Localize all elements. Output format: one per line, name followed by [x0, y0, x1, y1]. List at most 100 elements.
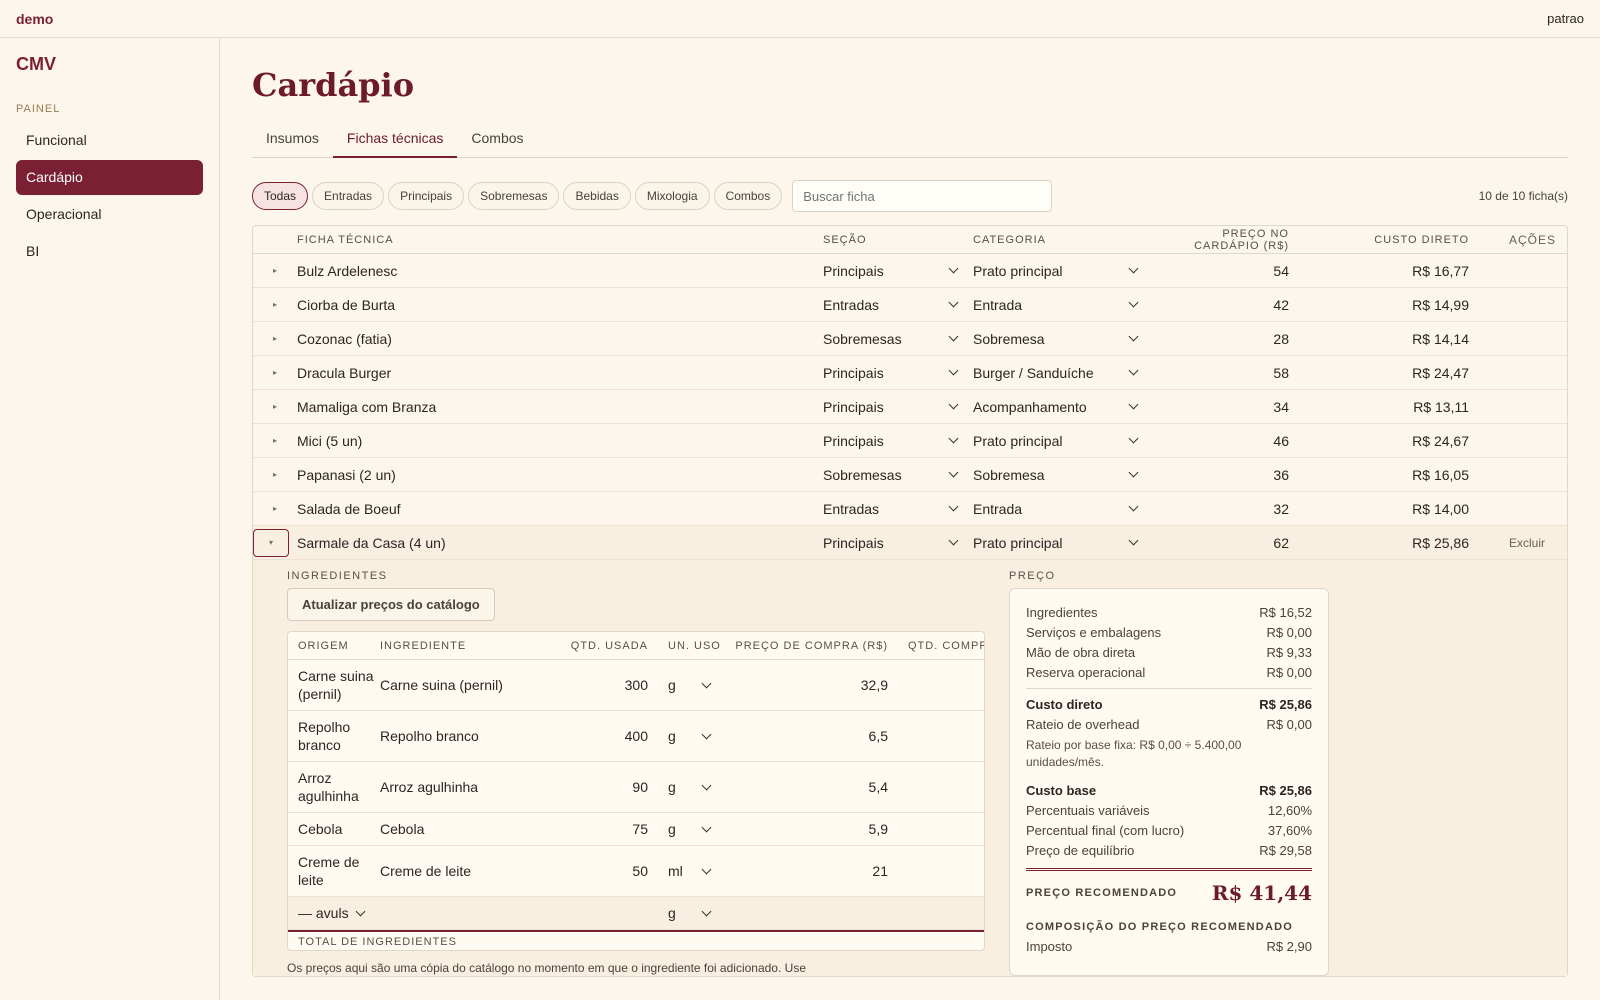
qty-buy-input[interactable]	[888, 729, 984, 743]
qty-buy-input[interactable]	[888, 864, 984, 878]
origin-select[interactable]: — avuls	[298, 897, 648, 929]
category-select[interactable]: Sobremesa	[973, 331, 1153, 347]
user-name[interactable]: patrao	[1547, 11, 1584, 26]
buy-price-input[interactable]: 21	[724, 855, 888, 887]
table-row[interactable]: ▸ Salada de Boeuf Entradas Entrada 32 R$…	[253, 492, 1567, 526]
expand-caret-icon[interactable]: ▸	[253, 504, 297, 513]
pricing-label: PREÇO	[1009, 570, 1056, 582]
sidebar-item-cardapio[interactable]: Cardápio	[16, 160, 203, 195]
expand-caret-icon[interactable]: ▸	[253, 266, 297, 275]
buy-price-input[interactable]: 5,9	[724, 813, 888, 845]
buy-price-input[interactable]: 5,4	[724, 771, 888, 803]
table-row[interactable]: ▸ Dracula Burger Principais Burger / San…	[253, 356, 1567, 390]
qty-buy-input[interactable]	[888, 780, 984, 794]
ingredient-qty-input[interactable]: 300	[548, 669, 648, 701]
sidebar-section-label: PAINEL	[16, 103, 61, 115]
unit-select[interactable]: g	[648, 813, 724, 845]
category-select[interactable]: Entrada	[973, 297, 1153, 313]
ingredient-qty-input[interactable]: 50	[548, 855, 648, 887]
filter-chip-entradas[interactable]: Entradas	[312, 182, 385, 210]
section-select[interactable]: Principais	[823, 433, 973, 449]
price-input[interactable]: 36	[1153, 467, 1329, 483]
expand-caret-icon[interactable]: ▸	[253, 470, 297, 479]
price-input[interactable]: 62	[1153, 535, 1329, 551]
unit-select[interactable]: ml	[648, 855, 724, 887]
category-select[interactable]: Prato principal	[973, 263, 1153, 279]
table-row[interactable]: ▸ Mici (5 un) Principais Prato principal…	[253, 424, 1567, 458]
table-row[interactable]: ▸ Papanasi (2 un) Sobremesas Sobremesa 3…	[253, 458, 1567, 492]
ingredient-qty-input[interactable]: 400	[548, 720, 648, 752]
row-name: Mamaliga com Branza	[297, 398, 437, 415]
price-input[interactable]: 54	[1153, 263, 1329, 279]
search-input[interactable]	[792, 180, 1053, 212]
category-select[interactable]: Entrada	[973, 501, 1153, 517]
collapse-caret-icon[interactable]: ▾	[253, 528, 289, 557]
tab-fichas-tecnicas[interactable]: Fichas técnicas	[332, 120, 458, 158]
price-input[interactable]: 42	[1153, 297, 1329, 313]
table-row[interactable]: ▸ Cozonac (fatia) Sobremesas Sobremesa 2…	[253, 322, 1567, 356]
price-input[interactable]: 46	[1153, 433, 1329, 449]
unit-select[interactable]: g	[648, 669, 724, 701]
category-select[interactable]: Prato principal	[973, 433, 1153, 449]
expand-caret-icon[interactable]: ▸	[253, 402, 297, 411]
buy-price-input[interactable]: 32,9	[724, 669, 888, 701]
price-input[interactable]: 28	[1153, 331, 1329, 347]
direct-cost: R$ 25,86	[1412, 534, 1469, 551]
section-select[interactable]: Sobremesas	[823, 467, 973, 483]
brand-name[interactable]: demo	[16, 11, 53, 27]
expand-caret-icon[interactable]: ▸	[253, 300, 297, 309]
price-line-services: Serviços e embalagens R$ 0,00	[1026, 625, 1312, 640]
category-select[interactable]: Sobremesa	[973, 467, 1153, 483]
qty-buy-input[interactable]	[888, 822, 984, 836]
buy-price-input[interactable]: 6,5	[724, 720, 888, 752]
sidebar-item-funcional[interactable]: Funcional	[16, 123, 203, 158]
filter-chip-bebidas[interactable]: Bebidas	[563, 182, 631, 210]
direct-cost: R$ 24,67	[1412, 432, 1469, 449]
ingredient-qty-input[interactable]: 90	[548, 771, 648, 803]
section-select[interactable]: Entradas	[823, 297, 973, 313]
price-input[interactable]: 58	[1153, 365, 1329, 381]
unit-value: ml	[668, 863, 683, 879]
section-select[interactable]: Principais	[823, 365, 973, 381]
tab-combos[interactable]: Combos	[457, 120, 537, 157]
sidebar-item-operacional[interactable]: Operacional	[16, 197, 203, 232]
section-select[interactable]: Principais	[823, 535, 973, 551]
category-select[interactable]: Prato principal	[973, 535, 1153, 551]
table-row[interactable]: ▸ Ciorba de Burta Entradas Entrada 42 R$…	[253, 288, 1567, 322]
table-row[interactable]: ▸ Bulz Ardelenesc Principais Prato princ…	[253, 254, 1567, 288]
expand-caret-icon[interactable]: ▸	[253, 334, 297, 343]
section-select[interactable]: Principais	[823, 263, 973, 279]
section-select[interactable]: Entradas	[823, 501, 973, 517]
chevron-down-icon	[701, 864, 712, 874]
section-select[interactable]: Sobremesas	[823, 331, 973, 347]
filter-chip-principais[interactable]: Principais	[388, 182, 465, 210]
section-select[interactable]: Principais	[823, 399, 973, 415]
expand-caret-icon[interactable]: ▸	[253, 436, 297, 445]
unit-select[interactable]: g	[648, 897, 724, 929]
delete-button[interactable]: Excluir	[1469, 536, 1573, 550]
unit-select[interactable]: g	[648, 720, 724, 752]
qty-buy-input[interactable]	[888, 678, 984, 692]
unit-select[interactable]: g	[648, 771, 724, 803]
category-select[interactable]: Burger / Sanduíche	[973, 365, 1153, 381]
update-prices-button[interactable]: Atualizar preços do catálogo	[287, 588, 495, 621]
price-input[interactable]: 34	[1153, 399, 1329, 415]
tab-insumos[interactable]: Insumos	[252, 120, 333, 157]
sidebar-item-bi[interactable]: BI	[16, 234, 203, 269]
ingredient-qty-input[interactable]: 75	[548, 813, 648, 845]
chevron-down-icon	[1128, 535, 1139, 546]
category-select[interactable]: Acompanhamento	[973, 399, 1153, 415]
chevron-down-icon	[1128, 467, 1139, 478]
expand-caret-icon[interactable]: ▸	[253, 368, 297, 377]
header-qty: QTD. USADA	[570, 639, 648, 652]
filter-chip-sobremesas[interactable]: Sobremesas	[468, 182, 560, 210]
sidebar: CMV PAINEL Funcional Cardápio Operaciona…	[0, 38, 220, 1000]
table-row-expanded[interactable]: ▾ Sarmale da Casa (4 un) Principais Prat…	[253, 526, 1567, 560]
price-input[interactable]: 32	[1153, 501, 1329, 517]
table-row[interactable]: ▸ Mamaliga com Branza Principais Acompan…	[253, 390, 1567, 424]
filter-chip-todas[interactable]: Todas	[252, 182, 309, 210]
filter-chip-mixologia[interactable]: Mixologia	[634, 182, 710, 210]
filter-bar: Todas Entradas Principais Sobremesas Beb…	[252, 180, 1568, 212]
expand-toggle[interactable]: ▾	[253, 528, 297, 557]
filter-chip-combos[interactable]: Combos	[713, 182, 783, 210]
